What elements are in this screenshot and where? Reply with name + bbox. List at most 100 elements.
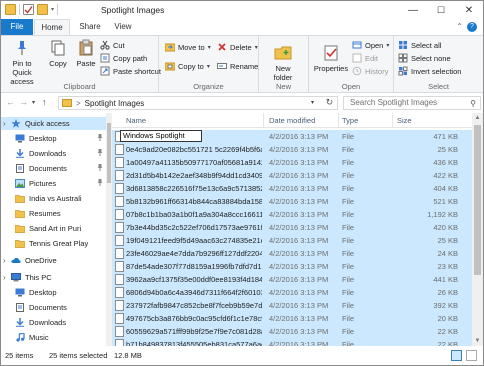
address-dropdown-icon[interactable]: ▾ (311, 99, 314, 106)
breadcrumb[interactable]: Spotlight Images (85, 99, 145, 108)
table-row[interactable]: 1a00497a41135b50977170af05681a9142e... 4/… (112, 156, 472, 169)
refresh-button[interactable]: ↻ (323, 97, 336, 108)
edit-button[interactable]: Edit (352, 52, 378, 64)
nav-item[interactable]: India vs Australi (1, 192, 106, 205)
file-type: File (342, 327, 355, 336)
breadcrumb-separator[interactable]: > (76, 99, 81, 108)
move-to-button[interactable]: Move to ▾ (164, 41, 211, 53)
minimize-button[interactable]: — (399, 1, 427, 19)
new-folder-quick-icon[interactable] (37, 4, 48, 15)
close-button[interactable]: ✕ (455, 1, 483, 19)
table-row[interactable]: 3962aa9cf1375f35e00ddf0ee8193f4d184ea...… (112, 273, 472, 286)
tab-share[interactable]: Share (75, 19, 105, 35)
table-row[interactable]: Windows Spotlight 4/2/2016 3:13 PM File 471… (112, 130, 472, 143)
table-row[interactable]: 0e4c9ad20e082bc551721 5c2269f4b5f6a7a5..… (112, 143, 472, 156)
address-bar[interactable]: > Spotlight Images (58, 96, 338, 110)
nav-item[interactable]: Desktop (1, 132, 106, 145)
cut-button[interactable]: Cut (100, 39, 125, 51)
nav-item[interactable]: Pictures (1, 177, 106, 190)
column-type[interactable]: Type (342, 116, 358, 125)
tab-home[interactable]: Home (34, 19, 70, 35)
tab-file[interactable]: File (1, 19, 33, 35)
table-row[interactable]: 07b8c1b1ba03a1b0f1a9a304a8ccc16611c... 4/… (112, 208, 472, 221)
expand-chevron-icon[interactable]: › (3, 273, 11, 282)
nav-item[interactable]: Documents (1, 301, 106, 314)
pin-icon[interactable] (97, 149, 103, 158)
file-name: 87de54ade307f77d8159a1996fb7dfd7d171... (126, 262, 262, 271)
table-row[interactable]: 3d6813858c226516f75e13c6a9c571385239... 4… (112, 182, 472, 195)
table-row[interactable]: 497675cb3a876bb9c0ac95cfd6f1c1e78c909...… (112, 312, 472, 325)
column-divider[interactable] (338, 113, 339, 128)
copy-button[interactable]: Copy (45, 39, 71, 68)
forward-button[interactable]: → (19, 97, 28, 107)
column-name[interactable]: Name (126, 116, 146, 125)
maximize-button[interactable]: ☐ (427, 1, 455, 19)
nav-item[interactable]: Downloads (1, 316, 106, 329)
delete-button[interactable]: Delete ▾ (217, 41, 258, 53)
nav-item[interactable]: Music (1, 331, 106, 344)
nav-item[interactable]: Desktop (1, 286, 106, 299)
table-row[interactable]: 5b8132b961ff66314b844ca83884bda158f3... 4… (112, 195, 472, 208)
back-button[interactable]: ← (6, 97, 15, 107)
nav-item[interactable]: Resumes (1, 207, 106, 220)
copy-path-button[interactable]: Copy path (100, 52, 147, 64)
nav-item[interactable]: Downloads (1, 147, 106, 160)
file-size: 441 KB (433, 275, 458, 284)
nav-scroll-thumb[interactable] (107, 123, 111, 183)
pin-icon[interactable] (97, 134, 103, 143)
new-folder-button[interactable]: New folder (263, 44, 303, 82)
recent-locations-icon[interactable]: ▾ (32, 99, 35, 106)
properties-button[interactable]: Properties (313, 44, 349, 73)
file-type: File (342, 210, 355, 219)
column-size[interactable]: Size (397, 116, 412, 125)
table-row[interactable]: 7b3e44bd35c2c522ef706d17573ae9761f91... 4… (112, 221, 472, 234)
up-button[interactable]: ↑ (42, 97, 47, 107)
invert-selection-button[interactable]: Invert selection (398, 65, 461, 77)
nav-item[interactable]: Sand Art in Puri (1, 222, 106, 235)
table-row[interactable]: 6806d94b0a6c4a3946d7311f664f2f601038f...… (112, 286, 472, 299)
details-view-button[interactable] (451, 350, 462, 361)
nav-item[interactable]: › OneDrive (1, 254, 106, 267)
table-row[interactable]: 60559629a571fff99b9f25e7f9e7c081d28ad...… (112, 325, 472, 338)
table-row[interactable]: 237972fafb9847c852cbe8f7fceb9b59e7d3... 4… (112, 299, 472, 312)
large-icons-view-button[interactable] (466, 350, 477, 361)
file-list-scrollbar[interactable]: ▲ ▼ (472, 113, 483, 346)
table-row[interactable]: 19f049121feed9f5d49aac63c274835e21ce... 4… (112, 234, 472, 247)
pin-icon[interactable] (97, 164, 103, 173)
expand-chevron-icon[interactable]: › (3, 119, 11, 128)
select-none-button[interactable]: Select none (398, 52, 451, 64)
history-button[interactable]: History (352, 65, 388, 77)
select-all-button[interactable]: Select all (398, 39, 441, 51)
paste-shortcut-button[interactable]: Paste shortcut (100, 65, 161, 77)
pin-icon[interactable] (97, 179, 103, 188)
pin-to-quick-access-button[interactable]: Pin to Quick access (3, 39, 41, 86)
tab-view[interactable]: View (109, 19, 137, 35)
rename-button[interactable]: Rename (217, 60, 258, 72)
nav-item[interactable]: › Quick access (1, 117, 106, 130)
move-to-dropdown-icon: ▾ (207, 44, 211, 51)
nav-item[interactable]: Tennis Great Play (1, 237, 106, 250)
nav-item[interactable]: › This PC (1, 271, 106, 284)
table-row[interactable]: 2d31d5b4b142e2aef348b9f94dd1cd34095... 4/… (112, 169, 472, 182)
column-date-modified[interactable]: Date modified (269, 116, 315, 125)
customize-toolbar-icon[interactable]: ▾ (51, 6, 54, 13)
new-folder-icon (274, 44, 292, 62)
table-row[interactable]: 23fe46029ae4e7dda7b9296ff127ddf22044... 4… (112, 247, 472, 260)
nav-item[interactable]: Documents (1, 162, 106, 175)
paste-button[interactable]: Paste (73, 39, 99, 68)
table-row[interactable]: b71b849837813f455505eb831ca577a6aef0... 4… (112, 338, 472, 346)
rename-input[interactable]: Windows Spotlight (120, 130, 202, 142)
column-divider[interactable] (392, 113, 393, 128)
search-input[interactable]: Search Spotlight Images ⚲ (343, 96, 481, 110)
open-button[interactable]: Open ▾ (352, 39, 389, 51)
help-icon[interactable]: ? (467, 22, 477, 32)
copy-to-button[interactable]: Copy to ▾ (164, 60, 210, 72)
scroll-up-icon[interactable]: ▲ (472, 113, 483, 123)
table-row[interactable]: 87de54ade307f77d8159a1996fb7dfd7d171... 4… (112, 260, 472, 273)
properties-quick-icon[interactable] (23, 4, 34, 15)
column-divider[interactable] (263, 113, 264, 128)
collapse-ribbon-icon[interactable]: ⌃ (456, 22, 463, 31)
file-list-scroll-thumb[interactable] (474, 125, 481, 275)
expand-chevron-icon[interactable]: › (3, 256, 11, 265)
scroll-down-icon[interactable]: ▼ (472, 336, 483, 346)
